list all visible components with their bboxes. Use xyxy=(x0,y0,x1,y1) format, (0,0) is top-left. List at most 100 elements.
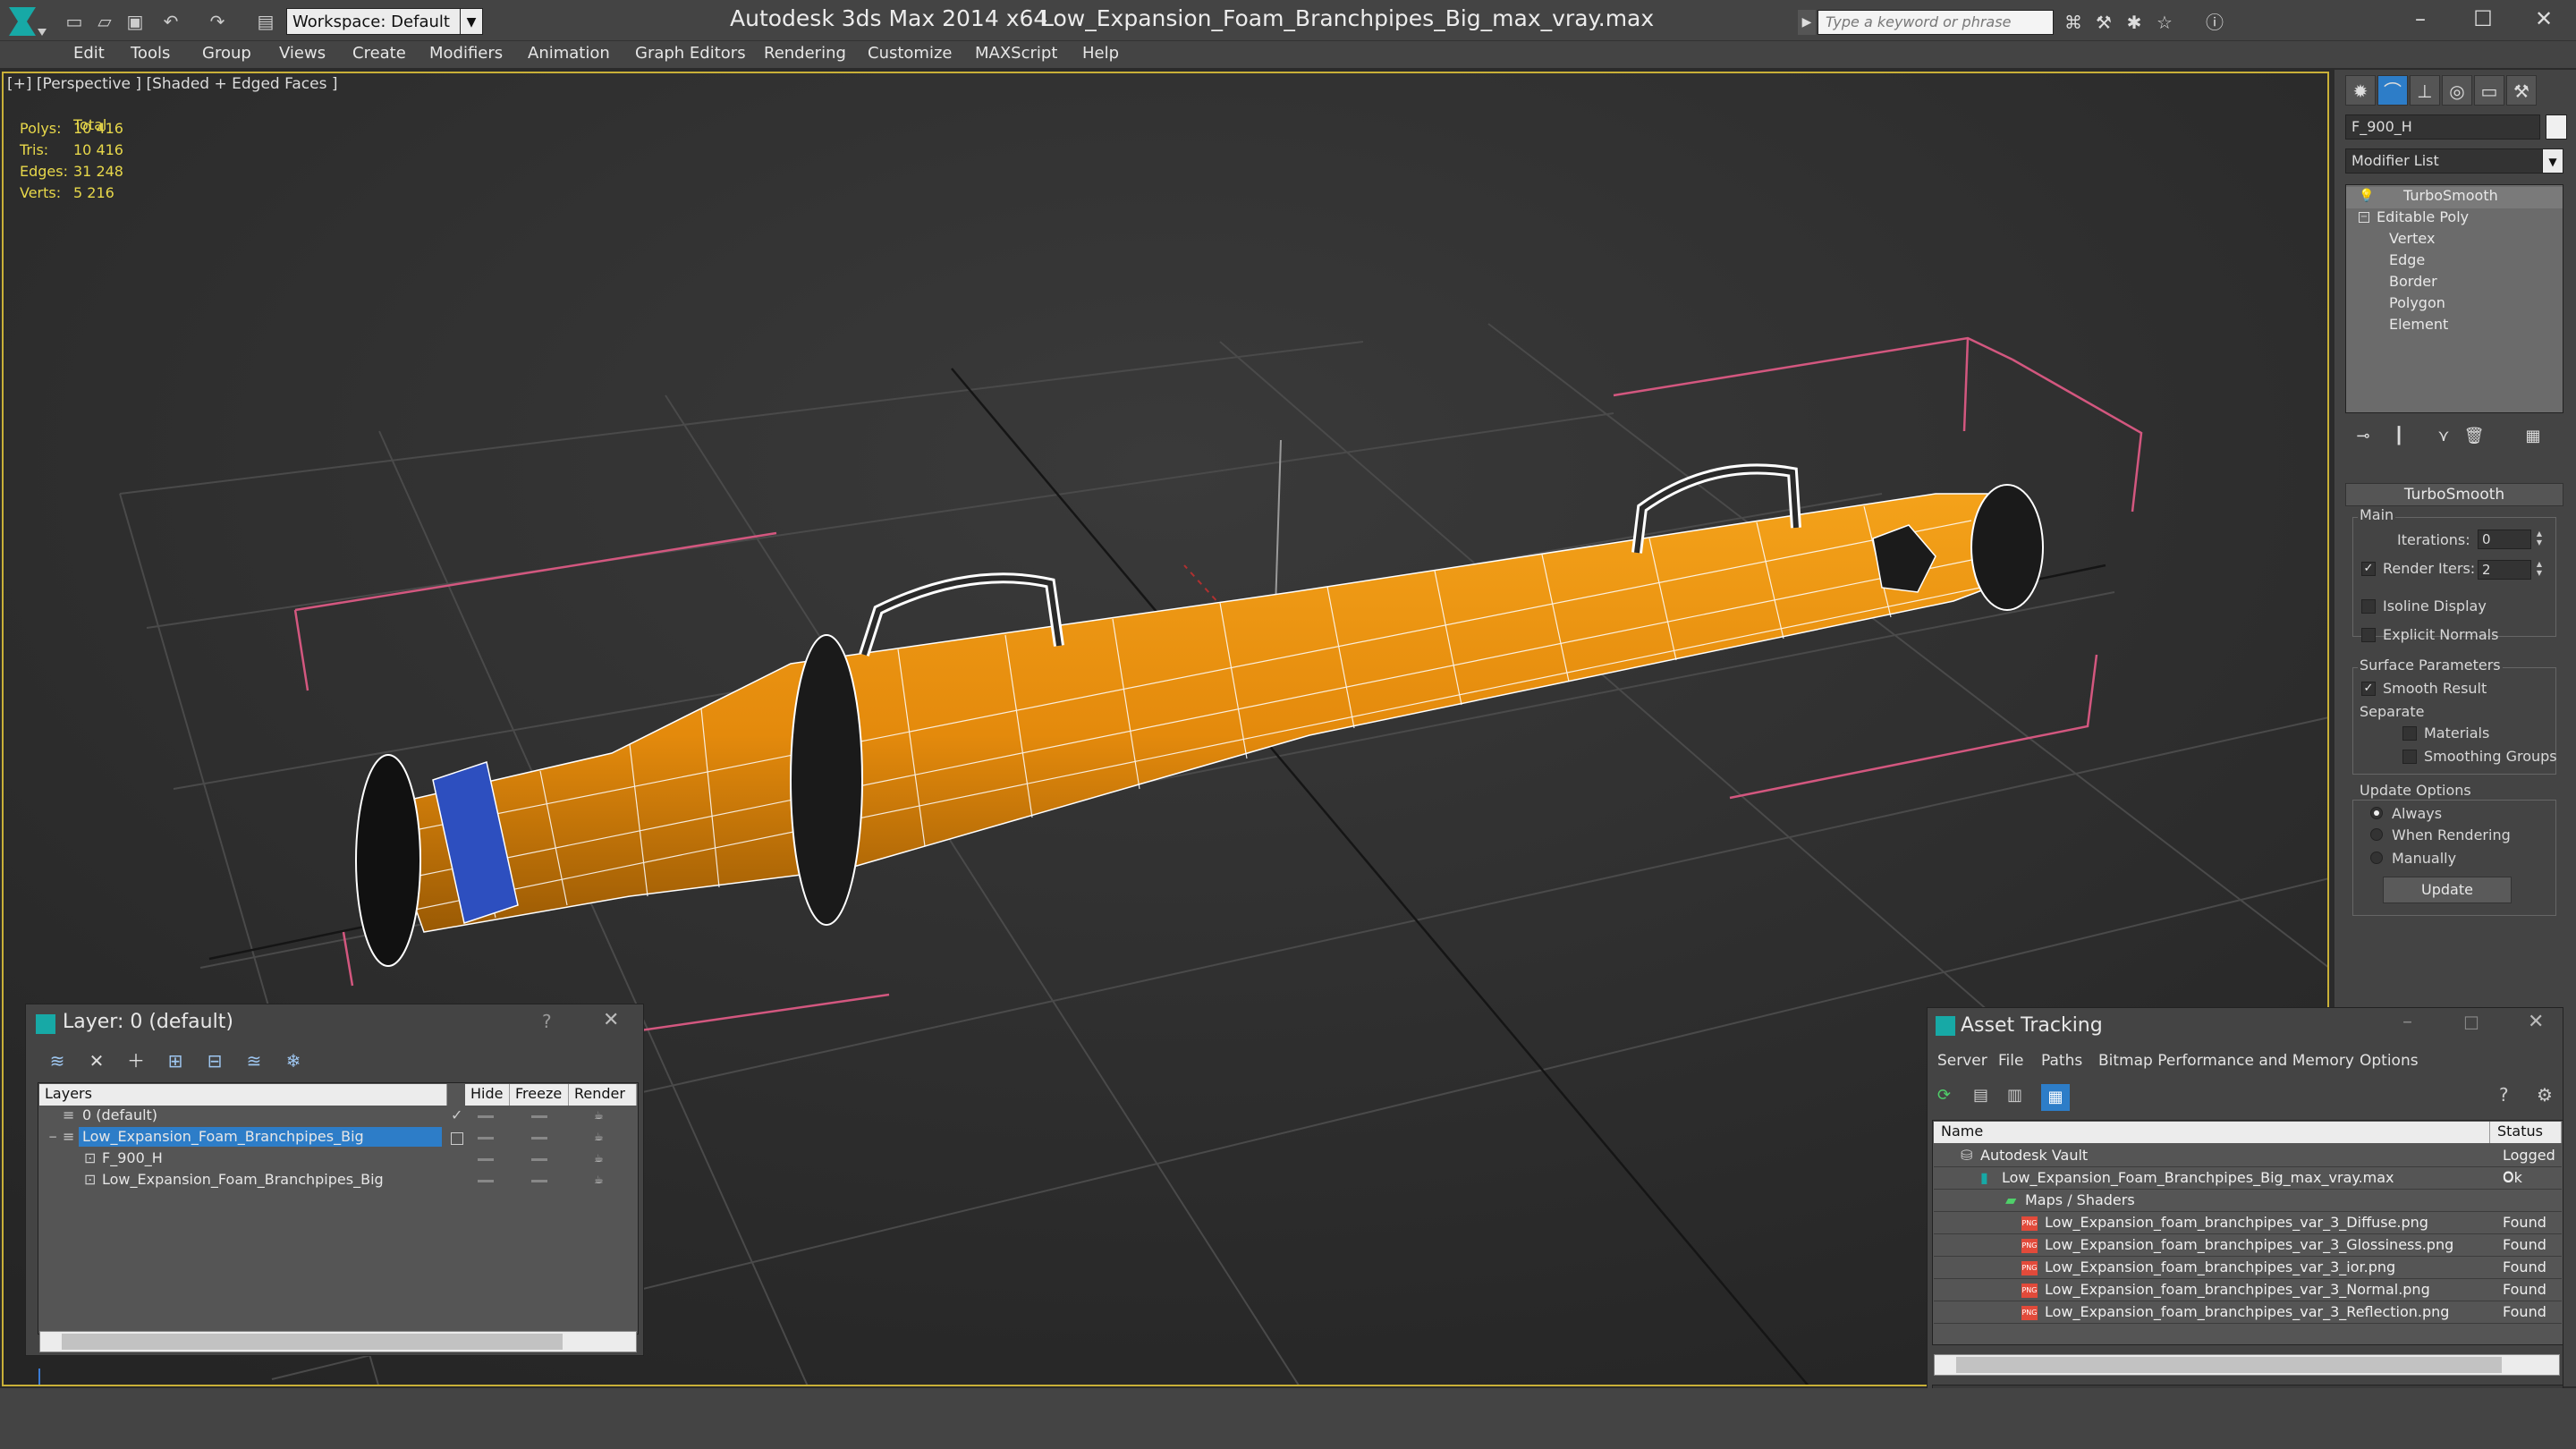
highlight-layer-icon[interactable]: ⊟ xyxy=(199,1045,231,1077)
menu-modifiers[interactable]: Modifiers xyxy=(429,44,503,63)
status-column-header[interactable]: Status xyxy=(2490,1122,2562,1143)
motion-tab-icon[interactable]: ◎ xyxy=(2442,75,2472,106)
name-column-header[interactable]: Name xyxy=(1934,1122,2490,1143)
freeze-toggle[interactable] xyxy=(531,1137,547,1140)
settings-icon[interactable]: ⚙ xyxy=(2537,1084,2553,1106)
table-view-icon[interactable]: ▦ xyxy=(2041,1084,2070,1111)
freeze-toggle[interactable] xyxy=(531,1158,547,1161)
asset-menu-options[interactable]: Options xyxy=(2360,1052,2419,1070)
open-file-icon[interactable]: ▱ xyxy=(93,11,116,32)
modifier-list-dropdown[interactable]: Modifier List xyxy=(2345,148,2563,174)
search-expand-icon[interactable]: ▶ xyxy=(1798,10,1816,35)
explicit-normals-checkbox[interactable] xyxy=(2361,628,2376,642)
asset-row[interactable]: PNG Low_Expansion_foam_branchpipes_var_3… xyxy=(1934,1257,2562,1279)
help-button[interactable]: ? xyxy=(542,1011,552,1032)
chevron-down-icon[interactable]: ▼ xyxy=(460,8,483,35)
spinner-arrows-icon[interactable]: ▲ ▼ xyxy=(2533,560,2546,580)
collapse-icon[interactable]: − xyxy=(48,1127,57,1147)
menu-customize[interactable]: Customize xyxy=(868,44,952,63)
chevron-down-icon[interactable]: ▼ xyxy=(2542,148,2563,174)
minimize-button[interactable]: – xyxy=(2394,5,2447,32)
scrollbar-thumb[interactable] xyxy=(62,1334,563,1350)
manually-radio[interactable] xyxy=(2370,852,2383,864)
layers-column-header[interactable]: Layers xyxy=(39,1084,447,1106)
render-iters-checkbox[interactable]: ✓ xyxy=(2361,562,2376,576)
asset-menu-server[interactable]: Server xyxy=(1937,1052,1987,1070)
menu-rendering[interactable]: Rendering xyxy=(764,44,846,63)
save-file-icon[interactable]: ▣ xyxy=(123,11,147,32)
add-to-layer-icon[interactable]: ＋ xyxy=(120,1045,152,1077)
asset-row[interactable]: ⛁ Autodesk Vault Logged O xyxy=(1934,1145,2562,1185)
asset-row[interactable]: PNG Low_Expansion_foam_branchpipes_var_3… xyxy=(1934,1234,2562,1257)
hide-toggle[interactable] xyxy=(478,1180,494,1182)
display-tab-icon[interactable]: ▭ xyxy=(2474,75,2504,106)
workspace-dropdown[interactable]: Workspace: Default xyxy=(286,8,483,35)
list-view-icon[interactable]: ▤ xyxy=(1973,1086,1988,1105)
object-color-swatch[interactable] xyxy=(2546,114,2567,140)
menu-views[interactable]: Views xyxy=(279,44,326,63)
scrollbar-thumb[interactable] xyxy=(1956,1357,2502,1373)
hide-toggle[interactable] xyxy=(478,1137,494,1140)
remove-modifier-icon[interactable]: 🗑 xyxy=(2462,424,2487,449)
stack-item-edge[interactable]: Edge xyxy=(2389,251,2425,268)
3dsmax-logo-icon[interactable] xyxy=(5,4,50,39)
menu-group[interactable]: Group xyxy=(202,44,251,63)
collapse-icon[interactable]: − xyxy=(2359,212,2369,223)
layer-row[interactable]: ≡ 0 (default) ✓ ☕ xyxy=(39,1106,637,1127)
when-rendering-radio[interactable] xyxy=(2370,828,2383,841)
stack-item-vertex[interactable]: Vertex xyxy=(2389,230,2435,247)
layer-horizontal-scrollbar[interactable] xyxy=(39,1331,637,1352)
close-button[interactable]: ✕ xyxy=(2517,5,2571,32)
menu-create[interactable]: Create xyxy=(352,44,406,63)
search-input[interactable]: Type a keyword or phrase xyxy=(1818,10,2054,35)
close-icon[interactable]: ✕ xyxy=(603,1009,619,1031)
modify-tab-icon[interactable]: ⌒ xyxy=(2377,75,2408,106)
asset-row[interactable]: ▮ Low_Expansion_Foam_Branchpipes_Big_max… xyxy=(1934,1167,2562,1190)
asset-menu-paths[interactable]: Paths xyxy=(2041,1052,2082,1070)
utilities-tab-icon[interactable]: ⚒ xyxy=(2506,75,2537,106)
layer-row[interactable]: ⊡ F_900_H ☕ xyxy=(39,1148,637,1170)
layer-row[interactable]: − ≡ Low_Expansion_Foam_Branchpipes_Big ☕ xyxy=(39,1127,637,1148)
hide-column-header[interactable]: Hide xyxy=(465,1084,510,1106)
select-objects-icon[interactable]: ⊞ xyxy=(159,1045,191,1077)
favorites-star-icon[interactable]: ☆ xyxy=(2152,11,2177,34)
render-column-header[interactable]: Render xyxy=(569,1084,637,1106)
delete-layer-icon[interactable]: ✕ xyxy=(80,1045,113,1077)
asset-menu-bitmap-performance[interactable]: Bitmap Performance and Memory xyxy=(2098,1052,2354,1070)
stack-item-border[interactable]: Border xyxy=(2389,273,2437,290)
asset-menu-file[interactable]: File xyxy=(1998,1052,2023,1070)
close-icon[interactable]: ✕ xyxy=(2528,1011,2544,1033)
redo-icon[interactable]: ↷ xyxy=(206,11,229,32)
maximize-button[interactable]: ☐ xyxy=(2456,5,2510,32)
asset-row[interactable]: ▰ Maps / Shaders xyxy=(1934,1190,2562,1212)
iterations-spinner[interactable]: 0 xyxy=(2478,530,2531,549)
viewport-label[interactable]: [+] [Perspective ] [Shaded + Edged Faces… xyxy=(7,75,337,93)
hierarchy-tab-icon[interactable]: ⊥ xyxy=(2410,75,2440,106)
turbosmooth-rollout-header[interactable]: TurboSmooth xyxy=(2345,483,2563,506)
hide-all-icon[interactable]: ≊ xyxy=(238,1045,270,1077)
render-teapot-icon[interactable]: ☕ xyxy=(594,1127,604,1147)
hide-toggle[interactable] xyxy=(478,1158,494,1161)
project-folder-icon[interactable]: ▤ xyxy=(254,11,277,32)
maximize-button[interactable]: ☐ xyxy=(2463,1013,2479,1034)
render-iters-spinner[interactable]: 2 xyxy=(2478,560,2531,580)
new-file-icon[interactable]: ▭ xyxy=(63,11,86,32)
help-icon[interactable]: ? xyxy=(2499,1084,2509,1106)
menu-maxscript[interactable]: MAXScript xyxy=(975,44,1057,63)
menu-edit[interactable]: Edit xyxy=(73,44,105,63)
menu-graph-editors[interactable]: Graph Editors xyxy=(635,44,746,63)
show-end-result-icon[interactable]: ┃ xyxy=(2386,424,2411,449)
freeze-column-header[interactable]: Freeze xyxy=(510,1084,569,1106)
stack-item-editable-poly[interactable]: Editable Poly xyxy=(2346,208,2563,225)
menu-animation[interactable]: Animation xyxy=(528,44,610,63)
help-icon[interactable]: ⓘ xyxy=(2202,11,2227,34)
undo-icon[interactable]: ↶ xyxy=(159,11,182,32)
asset-horizontal-scrollbar[interactable] xyxy=(1934,1354,2560,1376)
configure-sets-icon[interactable]: ▦ xyxy=(2521,424,2546,449)
materials-checkbox[interactable] xyxy=(2402,726,2417,741)
always-radio[interactable] xyxy=(2370,807,2383,819)
asset-row[interactable]: PNG Low_Expansion_foam_branchpipes_var_3… xyxy=(1934,1301,2562,1324)
render-teapot-icon[interactable]: ☕ xyxy=(594,1106,604,1125)
object-name-field[interactable]: F_900_H xyxy=(2345,114,2540,140)
menu-help[interactable]: Help xyxy=(1082,44,1119,63)
